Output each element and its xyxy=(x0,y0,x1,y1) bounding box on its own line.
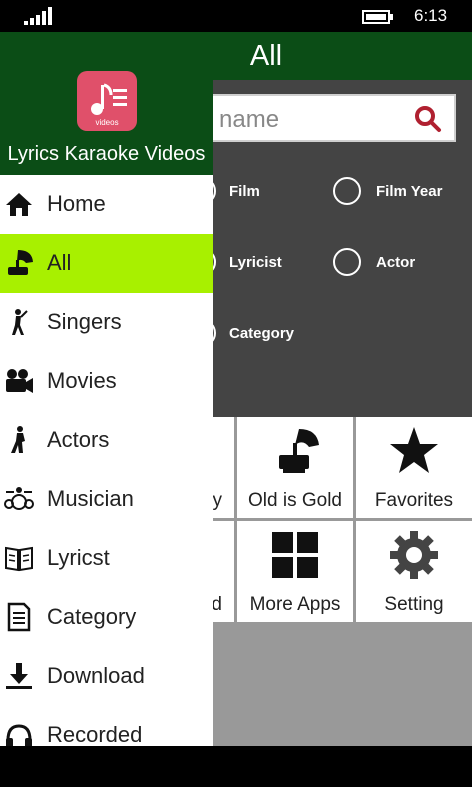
svg-text:videos: videos xyxy=(95,118,118,127)
tile-label: y xyxy=(212,490,223,511)
sidebar-item-label: Download xyxy=(47,663,145,688)
list-icon xyxy=(7,602,31,632)
star-icon xyxy=(390,427,438,473)
drums-icon xyxy=(4,487,34,510)
signal-icon xyxy=(24,7,52,25)
gramophone-icon xyxy=(8,250,33,275)
tile-old-is-gold[interactable]: Old is Gold xyxy=(237,417,353,518)
status-bar: 6:13 xyxy=(0,0,472,32)
filter-film-label: Film xyxy=(229,183,260,200)
app-logo: videos xyxy=(77,71,137,131)
tile-label: Favorites xyxy=(374,490,454,511)
filter-film-year-label: Film Year xyxy=(376,183,443,200)
sidebar-item-category[interactable]: Category xyxy=(0,588,213,647)
app-name: Lyrics Karaoke Videos xyxy=(7,143,206,165)
search-placeholder: name xyxy=(219,106,280,133)
sidebar-item-singers[interactable]: Singers xyxy=(0,293,213,352)
sidebar-item-label: Home xyxy=(47,191,106,216)
battery-icon xyxy=(362,10,393,24)
sidebar-item-label: Singers xyxy=(47,309,122,334)
tile-setting[interactable]: Setting xyxy=(356,521,472,622)
sidebar-item-label: All xyxy=(47,250,72,275)
tile-label: Setting xyxy=(384,594,444,615)
sidebar-item-label: Category xyxy=(47,604,137,629)
sidebar-item-label: Musician xyxy=(47,486,134,511)
sidebar-item-download[interactable]: Download xyxy=(0,647,213,706)
sidebar-item-label: Recorded xyxy=(47,722,143,746)
drawer-header: videos Lyrics Karaoke Videos xyxy=(0,32,213,175)
filter-category-label: Category xyxy=(229,325,295,342)
radio-actor[interactable] xyxy=(333,248,361,276)
sidebar-item-actors[interactable]: Actors xyxy=(0,411,213,470)
music-note-icon: videos xyxy=(91,83,127,127)
tile-favorites[interactable]: Favorites xyxy=(356,417,472,518)
sidebar-item-lyricst[interactable]: Lyricst xyxy=(0,529,213,588)
clock: 6:13 xyxy=(414,6,448,25)
actor-icon xyxy=(11,426,25,453)
home-icon xyxy=(6,193,32,216)
search-icon[interactable] xyxy=(414,105,442,133)
sidebar-item-movies[interactable]: Movies xyxy=(0,352,213,411)
navigation-drawer: videos Lyrics Karaoke Videos Home All Si… xyxy=(0,32,213,746)
tile-label: More Apps xyxy=(249,594,341,615)
drawer-menu: Home All Singers Movies Actors Musician … xyxy=(0,175,213,746)
gear-icon xyxy=(390,531,438,579)
filter-actor-label: Actor xyxy=(376,254,416,271)
camera-icon xyxy=(6,369,33,393)
radio-film-year[interactable] xyxy=(333,177,361,205)
tile-label: Old is Gold xyxy=(248,490,342,511)
sidebar-item-home[interactable]: Home xyxy=(0,175,213,234)
sidebar-item-label: Lyricst xyxy=(47,545,110,570)
bottom-bar xyxy=(0,746,472,787)
sidebar-item-recorded[interactable]: Recorded xyxy=(0,706,213,746)
book-icon xyxy=(5,546,33,572)
sidebar-item-label: Actors xyxy=(47,427,110,452)
sidebar-item-musician[interactable]: Musician xyxy=(0,470,213,529)
grid-icon xyxy=(272,532,318,578)
tile-more-apps[interactable]: More Apps xyxy=(237,521,353,622)
sidebar-item-all[interactable]: All xyxy=(0,234,213,293)
filter-lyricist-label: Lyricist xyxy=(229,254,282,271)
gramophone-icon xyxy=(279,429,319,473)
headphones-icon xyxy=(6,724,32,746)
singer-icon xyxy=(12,309,28,335)
sidebar-item-label: Movies xyxy=(47,368,117,393)
tile-label: d xyxy=(211,594,222,615)
download-icon xyxy=(6,663,32,689)
